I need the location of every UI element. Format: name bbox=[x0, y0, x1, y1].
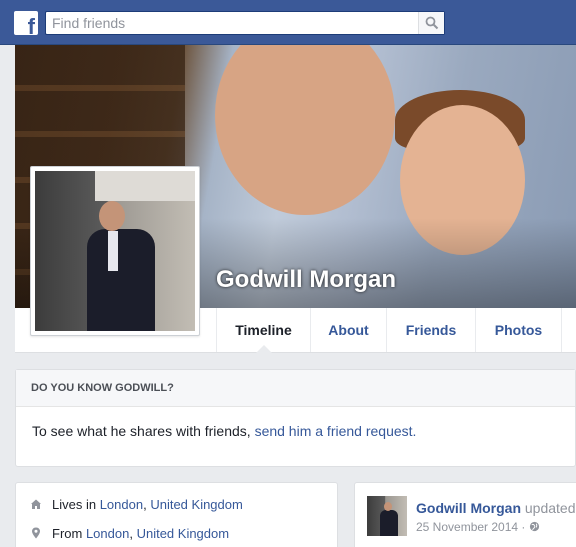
globe-icon bbox=[529, 521, 539, 532]
tab-friends[interactable]: Friends bbox=[386, 308, 475, 352]
from-label: From bbox=[52, 526, 86, 541]
intro-from: From London, United Kingdom bbox=[30, 526, 229, 544]
facebook-logo-icon[interactable]: f bbox=[14, 11, 38, 35]
logo-letter: f bbox=[27, 14, 35, 36]
lives-country-link[interactable]: United Kingdom bbox=[150, 497, 243, 512]
post-date-link[interactable]: 25 November 2014 · bbox=[416, 520, 529, 534]
friend-request-link[interactable]: send him a friend request. bbox=[255, 423, 417, 439]
from-country-link[interactable]: United Kingdom bbox=[137, 526, 230, 541]
tab-timeline[interactable]: Timeline bbox=[216, 308, 310, 353]
search-icon bbox=[425, 16, 439, 30]
avatar-suit bbox=[380, 510, 398, 536]
cover-person-adult bbox=[215, 45, 395, 215]
do-you-know-text: To see what he shares with friends, send… bbox=[32, 423, 416, 439]
post-author-link[interactable]: Godwill Morgan bbox=[416, 500, 521, 516]
home-icon bbox=[31, 499, 41, 509]
tab-about[interactable]: About bbox=[310, 308, 386, 352]
intro-lives-in: Lives in London, United Kingdom bbox=[30, 497, 243, 515]
do-you-know-header: DO YOU KNOW GODWILL? bbox=[16, 370, 575, 407]
tab-more[interactable] bbox=[561, 308, 576, 352]
post-meta: 25 November 2014 · bbox=[416, 520, 540, 534]
search-box bbox=[45, 11, 445, 35]
photo-shirt bbox=[108, 231, 118, 271]
post-action: updated bbox=[521, 500, 576, 516]
from-city-link[interactable]: London bbox=[86, 526, 129, 541]
search-button[interactable] bbox=[418, 12, 444, 34]
profile-picture[interactable] bbox=[30, 166, 200, 336]
from-sep: , bbox=[129, 526, 137, 541]
photo-wall-panel bbox=[95, 171, 195, 201]
photo-suit bbox=[87, 229, 155, 331]
search-input[interactable] bbox=[46, 12, 416, 34]
photo-face bbox=[99, 201, 125, 231]
top-bar: f bbox=[0, 0, 576, 45]
profile-photo bbox=[35, 171, 195, 331]
do-you-know-message: To see what he shares with friends, bbox=[32, 423, 255, 439]
do-you-know-box: DO YOU KNOW GODWILL? To see what he shar… bbox=[15, 369, 576, 467]
post-author-avatar[interactable] bbox=[367, 496, 407, 536]
post-header: Godwill Morgan updated bbox=[416, 500, 576, 516]
lives-label: Lives in bbox=[52, 497, 100, 512]
tab-photos[interactable]: Photos bbox=[475, 308, 561, 352]
intro-box: Lives in London, United Kingdom From Lon… bbox=[15, 482, 338, 547]
lives-city-link[interactable]: London bbox=[100, 497, 143, 512]
avatar-face bbox=[384, 502, 392, 511]
profile-name[interactable]: Godwill Morgan bbox=[216, 266, 396, 294]
timeline-post: Godwill Morgan updated 25 November 2014 … bbox=[354, 482, 576, 547]
location-pin-icon bbox=[32, 527, 40, 539]
